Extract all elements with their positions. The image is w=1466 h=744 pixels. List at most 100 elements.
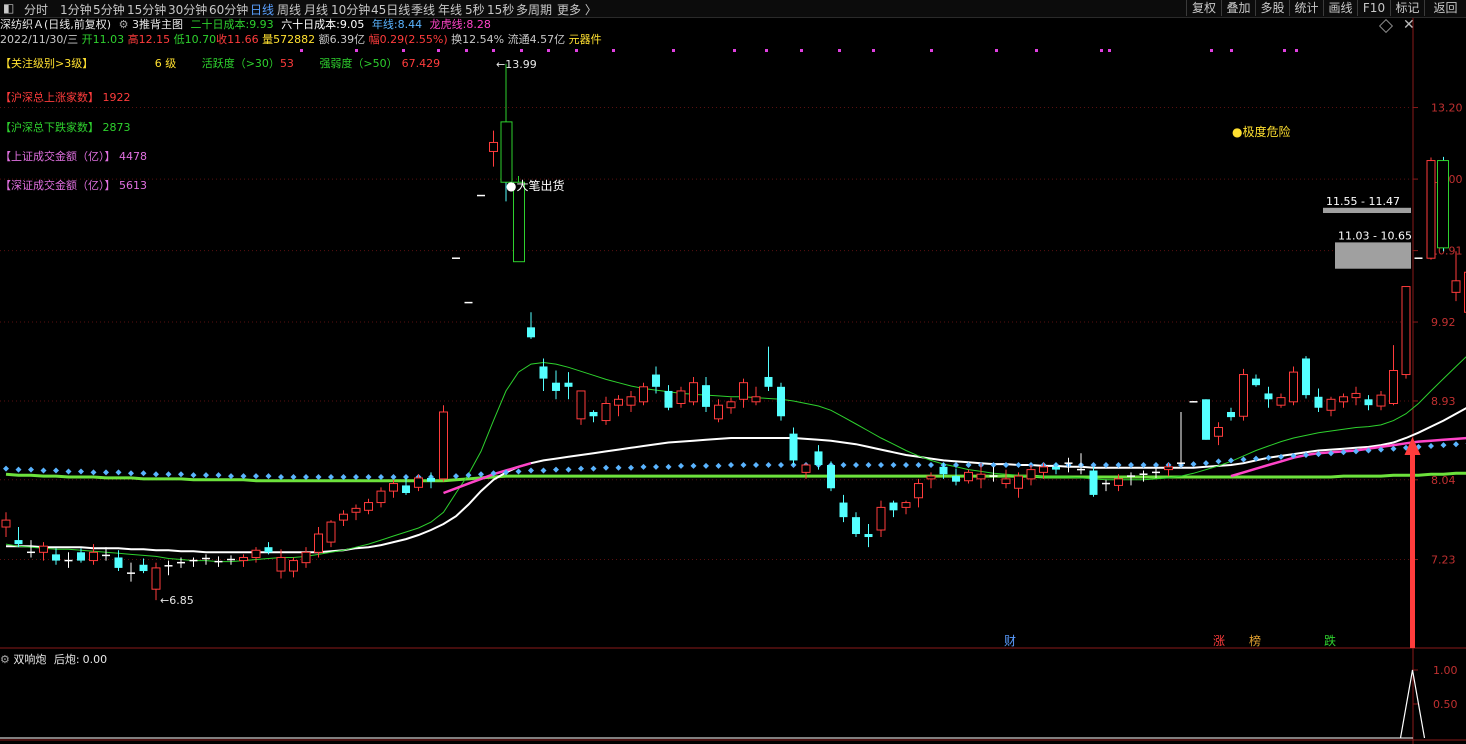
year-line-point-53	[665, 463, 672, 470]
sub-panel-header: ⚙ 双响炮 后炮: 0.00	[0, 651, 107, 667]
candle-58	[726, 397, 736, 414]
pressure-zone-1	[1335, 242, 1411, 269]
sub-panel-title[interactable]: 双响炮	[13, 653, 46, 666]
zone-lower-label: 11.03 - 10.65	[1338, 229, 1412, 242]
candle-52-body	[652, 374, 660, 387]
year-line-point-44	[553, 466, 559, 473]
year-line-point-10	[128, 470, 134, 477]
candle-48-body	[601, 402, 611, 422]
candle-32-body	[402, 485, 410, 493]
year-line-point-41	[515, 468, 522, 475]
candle-103-body	[1289, 371, 1298, 403]
year-line-value: 8.44	[397, 18, 423, 31]
year-line-point-101	[1265, 454, 1272, 461]
low-marker-label: ←6.85	[160, 594, 194, 607]
year-line-point-97	[1215, 458, 1222, 465]
up-count-label: 【沪深总上涨家数】	[0, 91, 99, 104]
year-line-point-18	[228, 473, 234, 480]
marker-dot-2	[402, 49, 405, 52]
template-gear-icon[interactable]: ⚙	[119, 18, 129, 31]
sz-amount-value: 5613	[119, 179, 147, 192]
year-line-point-72	[903, 462, 909, 469]
close-label: 收	[216, 33, 228, 46]
candle-1-body	[14, 540, 23, 545]
down-count-label: 【沪深总下跌家数】	[0, 121, 99, 134]
candle-114	[1426, 157, 1436, 260]
price-tick-label-4: 8.93	[1431, 395, 1456, 408]
quote-date: 2022/11/30/三	[0, 33, 79, 46]
marker-dot-13	[800, 49, 803, 52]
candle-47	[589, 410, 598, 423]
marker-dot-11	[733, 49, 736, 52]
candle-30	[376, 487, 386, 508]
marker-dot-7	[547, 49, 550, 52]
quote-line: 2022/11/30/三 开11.03 高12.15 低10.70收11.66 …	[0, 33, 602, 46]
candle-30-body	[376, 490, 386, 504]
candle-47-body	[589, 411, 598, 417]
year-line-point-99	[1240, 456, 1247, 463]
kline-chart[interactable]: 13.2012.0010.919.928.938.047.2311.55 - 1…	[0, 0, 1466, 744]
candle-45	[564, 372, 573, 400]
candle-114-body	[1426, 160, 1436, 259]
candle-35	[439, 405, 448, 482]
panel-close-icon[interactable]: ✕	[1403, 18, 1415, 32]
candle-93-body	[1164, 466, 1173, 471]
year-line-point-62	[778, 462, 784, 469]
marker-dot-0	[300, 49, 303, 52]
high-value: 12.15	[138, 33, 171, 46]
year-line-point-47	[590, 465, 597, 472]
candle-107	[1339, 393, 1348, 408]
sector-name[interactable]: 元器件	[569, 33, 602, 46]
ma60-label: 六十日成本:	[281, 18, 340, 31]
template-name[interactable]: 3推背主图	[132, 18, 183, 31]
ma20-line	[5, 356, 1466, 563]
dragon-line-value: 8.28	[466, 18, 491, 31]
candle-67	[839, 494, 848, 523]
candle-24	[301, 547, 311, 568]
low-label: 低	[173, 33, 185, 46]
year-line-point-26	[328, 474, 334, 481]
candle-2	[27, 540, 35, 558]
candle-44	[552, 370, 560, 400]
candle-12	[151, 562, 161, 601]
year-line-point-42	[528, 467, 534, 474]
candle-73-body	[914, 483, 923, 499]
marker-dot-12	[765, 49, 768, 52]
sh-amount-value: 4478	[119, 150, 147, 163]
marker-dot-23	[1283, 49, 1286, 52]
year-line-point-14	[178, 471, 184, 478]
turnover-value: 12.54%	[462, 33, 505, 46]
marker-dot-22	[1230, 49, 1233, 52]
up-count: 【沪深总上涨家数】 1922	[0, 89, 131, 105]
candle-43-body	[539, 366, 548, 379]
year-line-point-74	[928, 462, 934, 469]
year-line-point-56	[703, 462, 709, 469]
candle-68-body	[852, 517, 860, 535]
candle-82	[1026, 465, 1036, 486]
sub-panel-gear-icon[interactable]: ⚙	[0, 653, 10, 666]
ma20-label: 二十日成本:	[190, 18, 250, 31]
candle-116-body	[1451, 280, 1461, 293]
candle-15	[189, 557, 198, 567]
candle-106	[1326, 396, 1336, 417]
marker-dot-15	[872, 49, 875, 52]
candle-111-body	[1389, 369, 1398, 404]
year-line-point-49	[615, 464, 622, 471]
tag-cai: 财	[1004, 634, 1016, 648]
candle-44-body	[552, 382, 560, 391]
candle-108-body	[1351, 392, 1361, 399]
candle-55-body	[689, 382, 698, 403]
candle-83-body	[1039, 466, 1048, 473]
candle-26-body	[326, 521, 336, 543]
year-line-point-23	[290, 474, 297, 481]
candle-50	[626, 390, 636, 412]
candle-110	[1376, 390, 1386, 411]
candle-24-body	[301, 551, 311, 564]
candle-50-body	[626, 396, 636, 406]
candle-10	[127, 562, 135, 582]
year-line-point-15	[190, 472, 197, 479]
strength-value: 67.429	[401, 57, 441, 70]
year-line-point-116	[1453, 441, 1459, 448]
marker-dot-3	[437, 49, 440, 52]
candle-19	[239, 554, 248, 567]
